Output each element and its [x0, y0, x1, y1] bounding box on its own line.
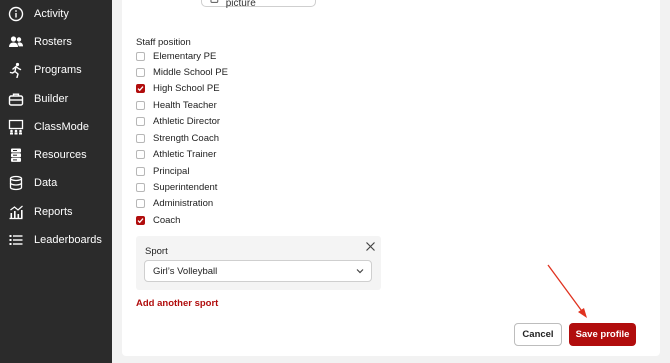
checkbox[interactable] [136, 117, 145, 126]
sidebar: Activity Rosters Programs Builder ClassM… [0, 0, 112, 363]
checkbox-label: Elementary PE [153, 51, 217, 62]
checkbox-high-school-pe[interactable]: High School PE [136, 82, 220, 95]
checkbox-principal[interactable]: Principal [136, 165, 189, 178]
checkbox-administration[interactable]: Administration [136, 197, 213, 210]
sidebar-item-classmode[interactable]: ClassMode [0, 114, 112, 140]
sidebar-item-label: Rosters [34, 36, 72, 48]
list-icon [8, 232, 24, 248]
checkbox-middle-school-pe[interactable]: Middle School PE [136, 66, 228, 79]
delete-picture-button[interactable]: Delete profile picture [201, 0, 316, 9]
add-another-sport-link[interactable]: Add another sport [136, 298, 218, 309]
annotation-arrow [547, 264, 587, 318]
classroom-icon [8, 119, 24, 135]
checkmark-icon [137, 86, 144, 92]
sport-label: Sport [145, 246, 168, 257]
checkbox-checked[interactable] [136, 216, 145, 225]
checkbox-label: Coach [153, 215, 181, 226]
checkbox-label: Superintendent [153, 182, 218, 193]
trash-icon [210, 0, 219, 3]
staff-position-label: Staff position [136, 37, 191, 48]
checkbox-label: Principal [153, 166, 190, 177]
sport-select-value: Girl’s Volleyball [153, 265, 218, 277]
checkbox[interactable] [136, 183, 145, 192]
sidebar-item-label: Builder [34, 93, 69, 105]
checkbox-label: Administration [153, 198, 214, 209]
checkbox-health-teacher[interactable]: Health Teacher [136, 99, 217, 112]
sidebar-item-activity[interactable]: Activity [0, 1, 112, 27]
checkbox-coach[interactable]: Coach [136, 214, 180, 227]
sidebar-item-data[interactable]: Data [0, 170, 112, 196]
checkmark-icon [137, 218, 144, 224]
checkbox-athletic-trainer[interactable]: Athletic Trainer [136, 148, 216, 161]
checkbox-elementary-pe[interactable]: Elementary PE [136, 50, 216, 63]
sidebar-item-reports[interactable]: Reports [0, 199, 112, 225]
checkbox-label: Health Teacher [153, 100, 217, 111]
info-circle-icon [8, 6, 24, 22]
checkbox-label: Athletic Director [153, 116, 221, 127]
chart-icon [8, 204, 24, 220]
checkbox-athletic-director[interactable]: Athletic Director [136, 115, 220, 128]
checkbox-superintendent[interactable]: Superintendent [136, 181, 217, 194]
delete-picture-label: Delete profile picture [225, 0, 256, 9]
sidebar-item-resources[interactable]: Resources [0, 142, 112, 168]
sidebar-item-label: Programs [34, 64, 82, 76]
sport-select[interactable]: Girl’s Volleyball [144, 260, 372, 282]
sidebar-item-label: Data [34, 177, 58, 189]
users-icon [8, 34, 24, 50]
sidebar-item-rosters[interactable]: Rosters [0, 29, 112, 55]
checkbox[interactable] [136, 52, 145, 61]
sidebar-item-label: ClassMode [34, 121, 90, 133]
sidebar-item-label: Reports [34, 206, 73, 218]
checkbox-label: Strength Coach [153, 133, 220, 144]
sidebar-item-programs[interactable]: Programs [0, 57, 112, 83]
running-person-icon [8, 62, 24, 78]
checkbox[interactable] [136, 134, 145, 143]
checkbox[interactable] [136, 167, 145, 176]
checkbox[interactable] [136, 101, 145, 110]
sidebar-item-label: Resources [34, 149, 87, 161]
server-icon [8, 147, 24, 163]
checkbox[interactable] [136, 199, 145, 208]
sidebar-item-builder[interactable]: Builder [0, 86, 112, 112]
toolbox-icon [8, 91, 24, 107]
cancel-button[interactable]: Cancel [514, 323, 562, 346]
checkbox-strength-coach[interactable]: Strength Coach [136, 132, 219, 145]
checkbox-label: Middle School PE [153, 67, 228, 78]
sidebar-item-leaderboards[interactable]: Leaderboards [0, 227, 112, 253]
sidebar-item-label: Leaderboards [34, 234, 102, 246]
close-icon[interactable] [365, 241, 376, 252]
checkbox[interactable] [136, 150, 145, 159]
checkbox-label: High School PE [153, 83, 220, 94]
chevron-down-icon [356, 269, 364, 274]
checkbox-label: Athletic Trainer [153, 149, 217, 160]
checkbox[interactable] [136, 68, 145, 77]
checkbox-checked[interactable] [136, 84, 145, 93]
database-icon [8, 175, 24, 191]
sidebar-item-label: Activity [34, 8, 69, 20]
save-profile-button[interactable]: Save profile [569, 323, 636, 346]
sport-panel: Sport Girl’s Volleyball [136, 236, 381, 290]
